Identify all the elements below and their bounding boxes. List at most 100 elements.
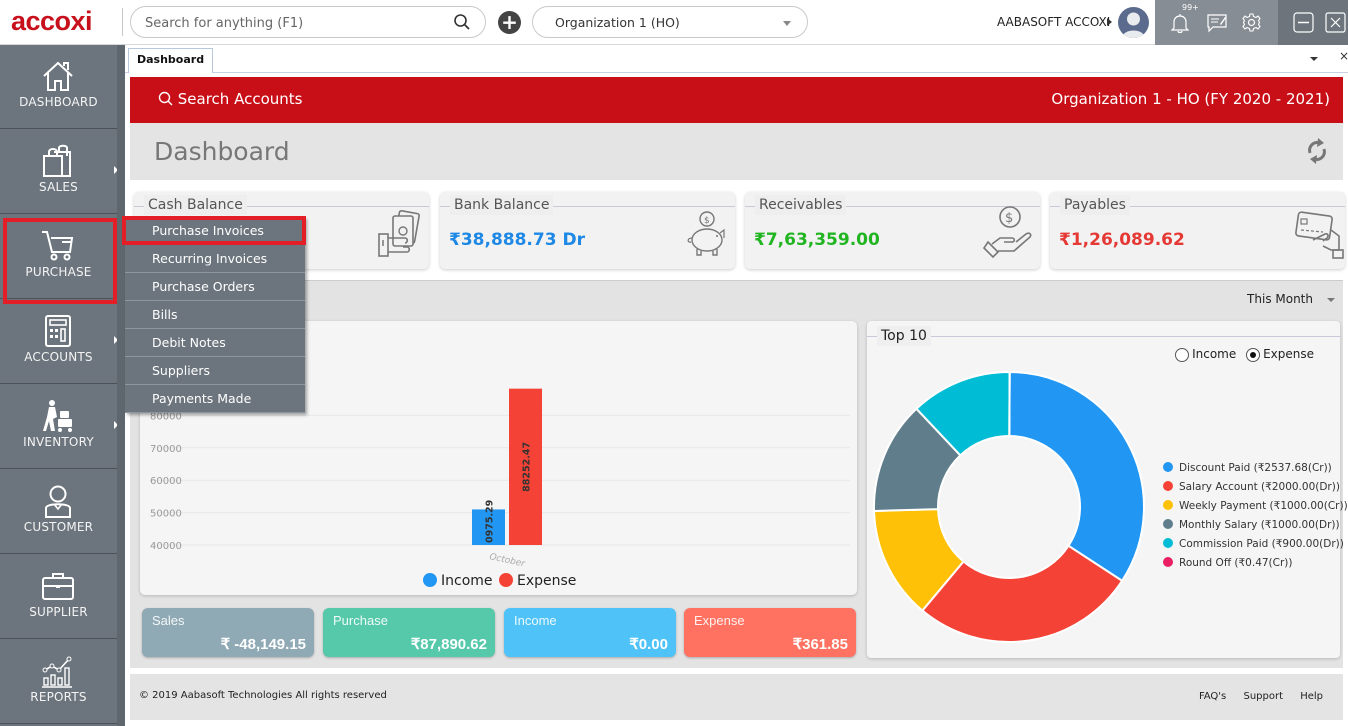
summary-value: ₹87,890.62 xyxy=(410,636,487,653)
bell-icon[interactable] xyxy=(1170,12,1190,34)
legend-label: Weekly Payment (₹1000.00(Cr)) xyxy=(1179,500,1348,512)
radio-expense[interactable]: Expense xyxy=(1246,347,1314,362)
close-icon[interactable] xyxy=(1325,12,1346,33)
sidebar-item-inventory[interactable]: INVENTORY xyxy=(0,385,118,469)
card-title: Bank Balance xyxy=(450,195,554,215)
message-icon[interactable] xyxy=(1206,13,1228,33)
summary-card-income[interactable]: Income ₹0.00 xyxy=(504,608,676,657)
card-bank-balance[interactable]: Bank Balance ₹38,888.73 Dr $ xyxy=(440,192,735,269)
top10-panel: Top 10 Income Expense Discount Paid (₹25… xyxy=(867,321,1348,658)
legend-swatch xyxy=(1163,500,1173,510)
minimize-icon[interactable] xyxy=(1293,12,1314,33)
card-value: ₹38,888.73 Dr xyxy=(449,230,585,250)
divider xyxy=(122,8,123,36)
y-tick-label: 40000 xyxy=(150,541,182,552)
legend-swatch xyxy=(1163,538,1173,548)
legend-item[interactable]: Commission Paid (₹900.00(Dr)) xyxy=(1163,538,1348,557)
top10-mode-radio-group: Income Expense xyxy=(1169,347,1314,362)
search-accounts-label: Search Accounts xyxy=(177,90,303,108)
top10-donut-chart xyxy=(873,370,1145,643)
summary-card-purchase[interactable]: Purchase ₹87,890.62 xyxy=(323,608,495,657)
support-link[interactable]: Support xyxy=(1243,691,1283,702)
sidebar-item-sales[interactable]: SALES xyxy=(0,130,118,214)
organization-fy: Organization 1 - HO (FY 2020 - 2021) xyxy=(1051,90,1330,108)
page-title: Dashboard xyxy=(154,137,290,166)
radio-income[interactable]: Income xyxy=(1175,347,1236,362)
legend-item[interactable]: Weekly Payment (₹1000.00(Cr)) xyxy=(1163,500,1348,519)
sidebar-item-accounts[interactable]: ACCOUNTS xyxy=(0,300,118,384)
sidebar-item-supplier[interactable]: SUPPLIER xyxy=(0,555,117,639)
y-tick-label: 50000 xyxy=(150,509,182,520)
legend-item[interactable]: Discount Paid (₹2537.68(Cr)) xyxy=(1163,462,1348,481)
organization-select[interactable]: Organization 1 (HO) xyxy=(532,6,808,38)
radio-label: Income xyxy=(1192,347,1237,361)
donut-slice-0[interactable] xyxy=(1008,370,1145,583)
legend-item[interactable]: Salary Account (₹2000.00(Dr)) xyxy=(1163,481,1348,500)
svg-text:$: $ xyxy=(704,216,710,226)
legend-swatch xyxy=(1163,557,1173,567)
sidebar-item-dashboard[interactable]: DASHBOARD xyxy=(0,45,117,129)
avatar[interactable] xyxy=(1118,7,1149,38)
card-payables[interactable]: Payables ₹1,26,089.62 xyxy=(1050,192,1345,269)
cash-hand-icon xyxy=(378,210,420,257)
submenu-item-debit-notes[interactable]: Debit Notes xyxy=(125,329,305,357)
summary-card-sales[interactable]: Sales ₹ -48,149.15 xyxy=(142,608,314,657)
summary-card-expense[interactable]: Expense ₹361.85 xyxy=(684,608,856,657)
tab-close-icon[interactable]: × xyxy=(1339,49,1348,63)
summary-title: Income xyxy=(514,613,557,628)
submenu-item-bills[interactable]: Bills xyxy=(125,301,305,329)
submenu-item-recurring-invoices[interactable]: Recurring Invoices xyxy=(125,245,305,273)
search-input[interactable] xyxy=(145,13,445,33)
refresh-icon[interactable] xyxy=(1305,137,1329,165)
sidebar-label: REPORTS xyxy=(30,690,87,704)
summary-title: Purchase xyxy=(333,613,388,628)
period-select[interactable]: This Month xyxy=(1247,292,1313,306)
card-receivables[interactable]: Receivables ₹7,63,359.00 $ xyxy=(745,192,1040,269)
footer: © 2019 Aabasoft Technologies All rights … xyxy=(130,674,1343,720)
svg-text:$: $ xyxy=(1005,211,1013,226)
legend-label: Discount Paid (₹2537.68(Cr)) xyxy=(1179,462,1332,474)
sidebar-label: CUSTOMER xyxy=(23,520,94,534)
legend-item[interactable]: Round Off (₹0.47(Cr)) xyxy=(1163,557,1348,576)
reports-icon xyxy=(42,656,72,688)
inventory-icon xyxy=(43,400,72,432)
summary-title: Sales xyxy=(152,613,185,628)
sidebar-label: DASHBOARD xyxy=(19,95,98,109)
card-value: ₹7,63,359.00 xyxy=(754,230,880,250)
notification-badge: 99+ xyxy=(1182,3,1199,12)
help-link[interactable]: Help xyxy=(1300,691,1323,702)
accoxi-logo[interactable]: accoxi xyxy=(11,6,93,37)
search-accounts-button[interactable]: Search Accounts xyxy=(158,90,302,108)
y-tick-label: 80000 xyxy=(150,411,182,422)
briefcase-icon xyxy=(42,573,74,600)
tab-dashboard[interactable]: Dashboard xyxy=(128,48,214,74)
footer-links: FAQ's Support Help xyxy=(1185,691,1323,702)
tab-list-dropdown-icon[interactable] xyxy=(1310,57,1318,61)
add-new-button[interactable]: + xyxy=(498,11,521,34)
faq-link[interactable]: FAQ's xyxy=(1199,691,1226,702)
user-name[interactable]: AABASOFT ACCOXI xyxy=(997,15,1110,29)
submenu-item-suppliers[interactable]: Suppliers xyxy=(125,357,305,385)
sidebar-label: SUPPLIER xyxy=(29,605,88,619)
summary-title: Expense xyxy=(694,613,745,628)
caret-right-icon[interactable] xyxy=(1107,18,1112,26)
gear-icon[interactable] xyxy=(1241,12,1262,33)
radio-button[interactable] xyxy=(1246,347,1261,362)
sidebar-item-customer[interactable]: CUSTOMER xyxy=(0,470,117,554)
chevron-down-icon[interactable] xyxy=(1327,298,1335,302)
analytics-section: This Month 40000 50000 60000 70000 80000 0975… xyxy=(130,280,1348,668)
submenu-item-payments-made[interactable]: Payments Made xyxy=(125,385,305,413)
radio-button[interactable] xyxy=(1175,347,1190,362)
sidebar-scroll-strip xyxy=(117,45,125,726)
legend-item[interactable]: Monthly Salary (₹1000.00(Dr)) xyxy=(1163,519,1348,538)
sidebar-item-reports[interactable]: REPORTS xyxy=(0,640,117,724)
legend-swatch xyxy=(1163,481,1173,491)
search-icon[interactable] xyxy=(453,13,471,31)
purchase-highlight-box xyxy=(3,218,117,304)
sidebar-label: SALES xyxy=(39,180,78,194)
submenu-item-purchase-orders[interactable]: Purchase Orders xyxy=(125,273,305,301)
bar-value-label: 0975.29 xyxy=(485,500,496,543)
card-title: Payables xyxy=(1060,195,1130,215)
global-search[interactable] xyxy=(130,6,486,38)
header-bar: Search Accounts Organization 1 - HO (FY … xyxy=(130,77,1343,123)
